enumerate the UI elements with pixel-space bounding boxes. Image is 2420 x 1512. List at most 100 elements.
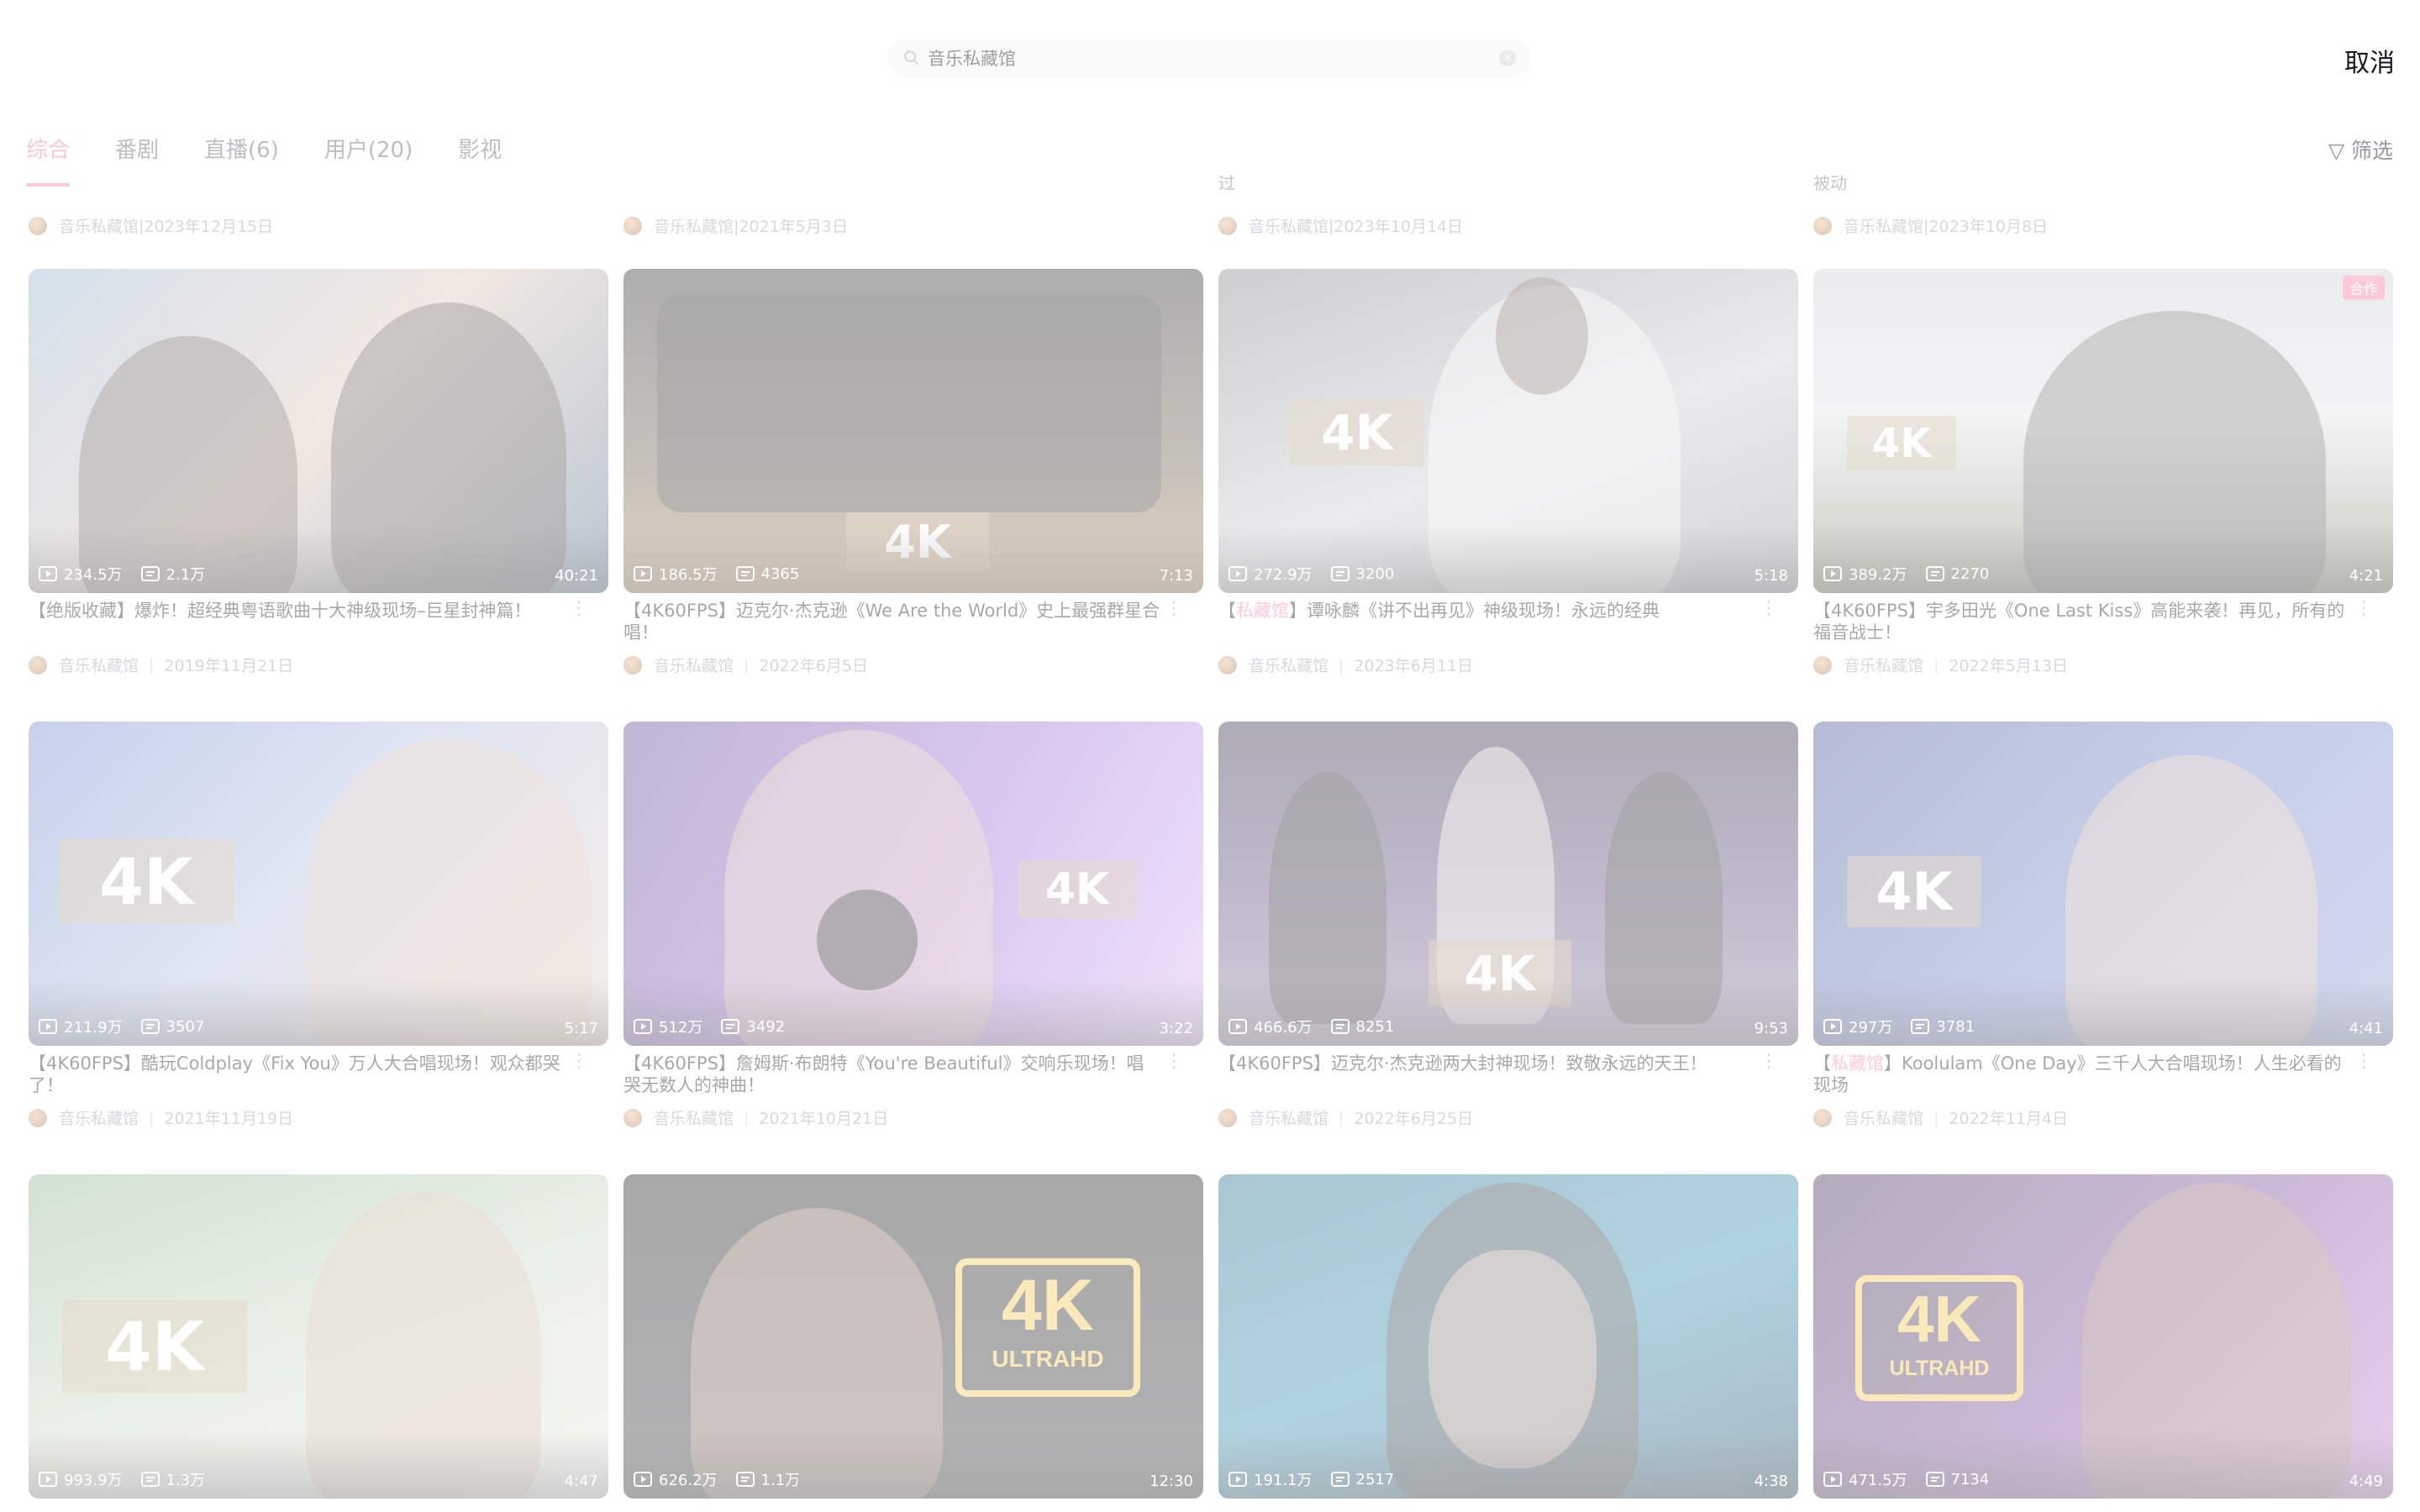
play-count-icon	[1228, 1472, 1247, 1487]
more-icon[interactable]: ⋮	[566, 600, 592, 645]
author-link[interactable]: 音乐私藏馆	[1249, 1106, 1328, 1129]
video-title[interactable]: 【4K60FPS】宇多田光《One Last Kiss》高能来袭！再见，所有的福…	[1813, 600, 2351, 645]
video-title[interactable]: 【私藏馆】Koolulam《One Day》三千人大合唱现场！人生必看的现场	[1813, 1053, 2351, 1098]
video-title[interactable]: 【4K60FPS】迈克尔·杰克逊《We Are the World》史上最强群星…	[623, 600, 1161, 645]
danmaku-count: 3507	[166, 1017, 205, 1036]
play-count: 272.9万	[1254, 566, 1313, 584]
video-thumbnail[interactable]: 4K 合作 389.2万 2270 4:21	[1813, 269, 2393, 593]
video-thumbnail[interactable]: 4K ULTRAHD 626.2万 1.1万 12:30	[623, 1174, 1203, 1499]
danmaku-icon	[140, 1019, 160, 1034]
author-link[interactable]: 音乐私藏馆	[1844, 214, 1923, 237]
video-title[interactable]: 【绝版收藏】爆炸！超经典粤语歌曲十大神级现场–巨星封神篇！	[29, 600, 566, 645]
danmaku-count: 2517	[1355, 1470, 1395, 1488]
play-count-icon	[39, 566, 57, 581]
video-title[interactable]: 【私藏馆】谭咏麟《讲不出再见》神级现场！永远的经典	[1218, 600, 1756, 645]
danmaku-icon	[1330, 1472, 1349, 1487]
more-icon[interactable]: ⋮	[1161, 600, 1186, 645]
danmaku-icon	[140, 566, 160, 581]
play-count: 234.5万	[64, 566, 123, 584]
video-thumbnail[interactable]: 4K 272.9万 3200 5:18	[1218, 269, 1798, 593]
author-link[interactable]: 音乐私藏馆	[1249, 654, 1328, 676]
video-duration: 4:41	[2349, 1020, 2383, 1037]
video-duration: 40:21	[555, 567, 598, 585]
author-link[interactable]: 音乐私藏馆	[59, 1106, 139, 1129]
play-count-icon	[1228, 566, 1247, 581]
avatar	[1813, 1108, 1832, 1127]
video-stats: 297万 3781	[1823, 1016, 1993, 1037]
author-link[interactable]: 音乐私藏馆	[59, 214, 139, 237]
prev-title-tail: 被动	[1813, 173, 1847, 193]
video-card[interactable]: 4K 993.9万 1.3万 4:47	[29, 1174, 608, 1499]
video-meta: 音乐私藏馆 | 2022年6月25日	[1218, 1106, 1798, 1129]
danmaku-count: 3781	[1936, 1017, 1975, 1036]
avatar	[1218, 1108, 1237, 1127]
video-card[interactable]: 4K 272.9万 3200 5:18 【私藏馆】谭咏麟《讲不出再见》神级现场！…	[1218, 269, 1798, 676]
video-duration: 4:47	[564, 1473, 598, 1490]
video-card[interactable]: 4K 合作 389.2万 2270 4:21 【4K60FPS】宇多田光《One…	[1813, 269, 2393, 676]
author-link[interactable]: 音乐私藏馆	[654, 1106, 734, 1129]
video-stats: 626.2万 1.1万	[634, 1468, 818, 1490]
video-duration: 5:17	[564, 1020, 598, 1037]
video-card[interactable]: 4K 297万 3781 4:41 【私藏馆】Koolulam《One Day》…	[1813, 722, 2393, 1129]
more-icon[interactable]: ⋮	[1756, 1053, 1781, 1098]
author-link[interactable]: 音乐私藏馆	[1249, 214, 1328, 237]
prev-meta: 音乐私藏馆 | 2023年12月15日	[29, 214, 273, 237]
author-link[interactable]: 音乐私藏馆	[1844, 1106, 1923, 1129]
video-title[interactable]: 【4K60FPS】酷玩Coldplay《Fix You》万人大合唱现场！观众都哭…	[29, 1053, 566, 1098]
video-thumbnail[interactable]: 4K ULTRAHD 471.5万 7134 4:49	[1813, 1174, 2393, 1499]
play-count: 466.6万	[1254, 1019, 1313, 1037]
video-thumbnail[interactable]: 4K 466.6万 8251 9:53	[1218, 722, 1798, 1046]
video-stats: 191.1万 2517	[1228, 1468, 1413, 1490]
video-card[interactable]: 4K 466.6万 8251 9:53 【4K60FPS】迈克尔·杰克逊两大封神…	[1218, 722, 1798, 1129]
more-icon[interactable]: ⋮	[1161, 1053, 1186, 1098]
video-card[interactable]: 4K ULTRAHD 471.5万 7134 4:49	[1813, 1174, 2393, 1499]
video-meta: 音乐私藏馆 | 2021年10月21日	[623, 1106, 1203, 1129]
prev-meta: 音乐私藏馆 | 2021年5月3日	[623, 214, 848, 237]
publish-date: 2022年11月4日	[1949, 1110, 2069, 1128]
publish-date: 2021年5月3日	[739, 218, 848, 236]
video-thumbnail[interactable]: 234.5万 2.1万 40:21	[29, 269, 608, 593]
play-count-icon	[1228, 1019, 1247, 1034]
avatar	[29, 655, 47, 675]
video-thumbnail[interactable]: 191.1万 2517 4:38	[1218, 1174, 1798, 1499]
video-card[interactable]: 191.1万 2517 4:38	[1218, 1174, 1798, 1499]
watermark-logo: 4K	[58, 839, 234, 923]
video-stats: 993.9万 1.3万	[39, 1468, 224, 1490]
danmaku-count: 1.3万	[166, 1472, 206, 1489]
video-card[interactable]: 4K 186.5万 4365 7:13 【4K60FPS】迈克尔·杰克逊《We …	[623, 269, 1203, 676]
video-duration: 3:22	[1159, 1020, 1193, 1037]
video-card[interactable]: 234.5万 2.1万 40:21 【绝版收藏】爆炸！超经典粤语歌曲十大神级现场…	[29, 269, 608, 676]
video-duration: 7:13	[1159, 567, 1193, 585]
more-icon[interactable]: ⋮	[2351, 1053, 2376, 1098]
cooperation-badge: 合作	[2343, 276, 2385, 300]
video-meta: 音乐私藏馆 | 2022年6月5日	[623, 654, 1203, 676]
author-link[interactable]: 音乐私藏馆	[654, 214, 734, 237]
video-duration: 9:53	[1754, 1020, 1788, 1037]
video-thumbnail[interactable]: 4K 186.5万 4365 7:13	[623, 269, 1203, 593]
danmaku-icon	[1330, 1019, 1349, 1034]
video-thumbnail[interactable]: 4K 993.9万 1.3万 4:47	[29, 1174, 608, 1499]
video-stats: 471.5万 7134	[1823, 1468, 2007, 1490]
watermark-logo: 4K	[62, 1300, 247, 1393]
video-stats: 211.9万 3507	[39, 1016, 223, 1037]
author-link[interactable]: 音乐私藏馆	[59, 654, 139, 676]
danmaku-icon	[735, 1472, 755, 1487]
video-card[interactable]: 4K 512万 3492 3:22 【4K60FPS】詹姆斯·布朗特《You'r…	[623, 722, 1203, 1129]
more-icon[interactable]: ⋮	[1756, 600, 1781, 645]
author-link[interactable]: 音乐私藏馆	[1844, 654, 1923, 676]
author-link[interactable]: 音乐私藏馆	[654, 654, 734, 676]
video-card[interactable]: 4K 211.9万 3507 5:17 【4K60FPS】酷玩Coldplay《…	[29, 722, 608, 1129]
danmaku-icon	[1925, 566, 1944, 581]
more-icon[interactable]: ⋮	[2351, 600, 2376, 645]
video-thumbnail[interactable]: 4K 211.9万 3507 5:17	[29, 722, 608, 1046]
video-thumbnail[interactable]: 4K 512万 3492 3:22	[623, 722, 1203, 1046]
video-title[interactable]: 【4K60FPS】迈克尔·杰克逊两大封神现场！致敬永远的天王！	[1218, 1053, 1756, 1098]
video-title[interactable]: 【4K60FPS】詹姆斯·布朗特《You're Beautiful》交响乐现场！…	[623, 1053, 1161, 1098]
video-card[interactable]: 4K ULTRAHD 626.2万 1.1万 12:30	[623, 1174, 1203, 1499]
danmaku-icon	[140, 1472, 160, 1487]
video-thumbnail[interactable]: 4K 297万 3781 4:41	[1813, 722, 2393, 1046]
video-meta: 音乐私藏馆 | 2022年11月4日	[1813, 1106, 2393, 1129]
watermark-logo: 4K	[1290, 399, 1424, 466]
video-duration: 4:21	[2349, 567, 2383, 585]
more-icon[interactable]: ⋮	[566, 1053, 592, 1098]
